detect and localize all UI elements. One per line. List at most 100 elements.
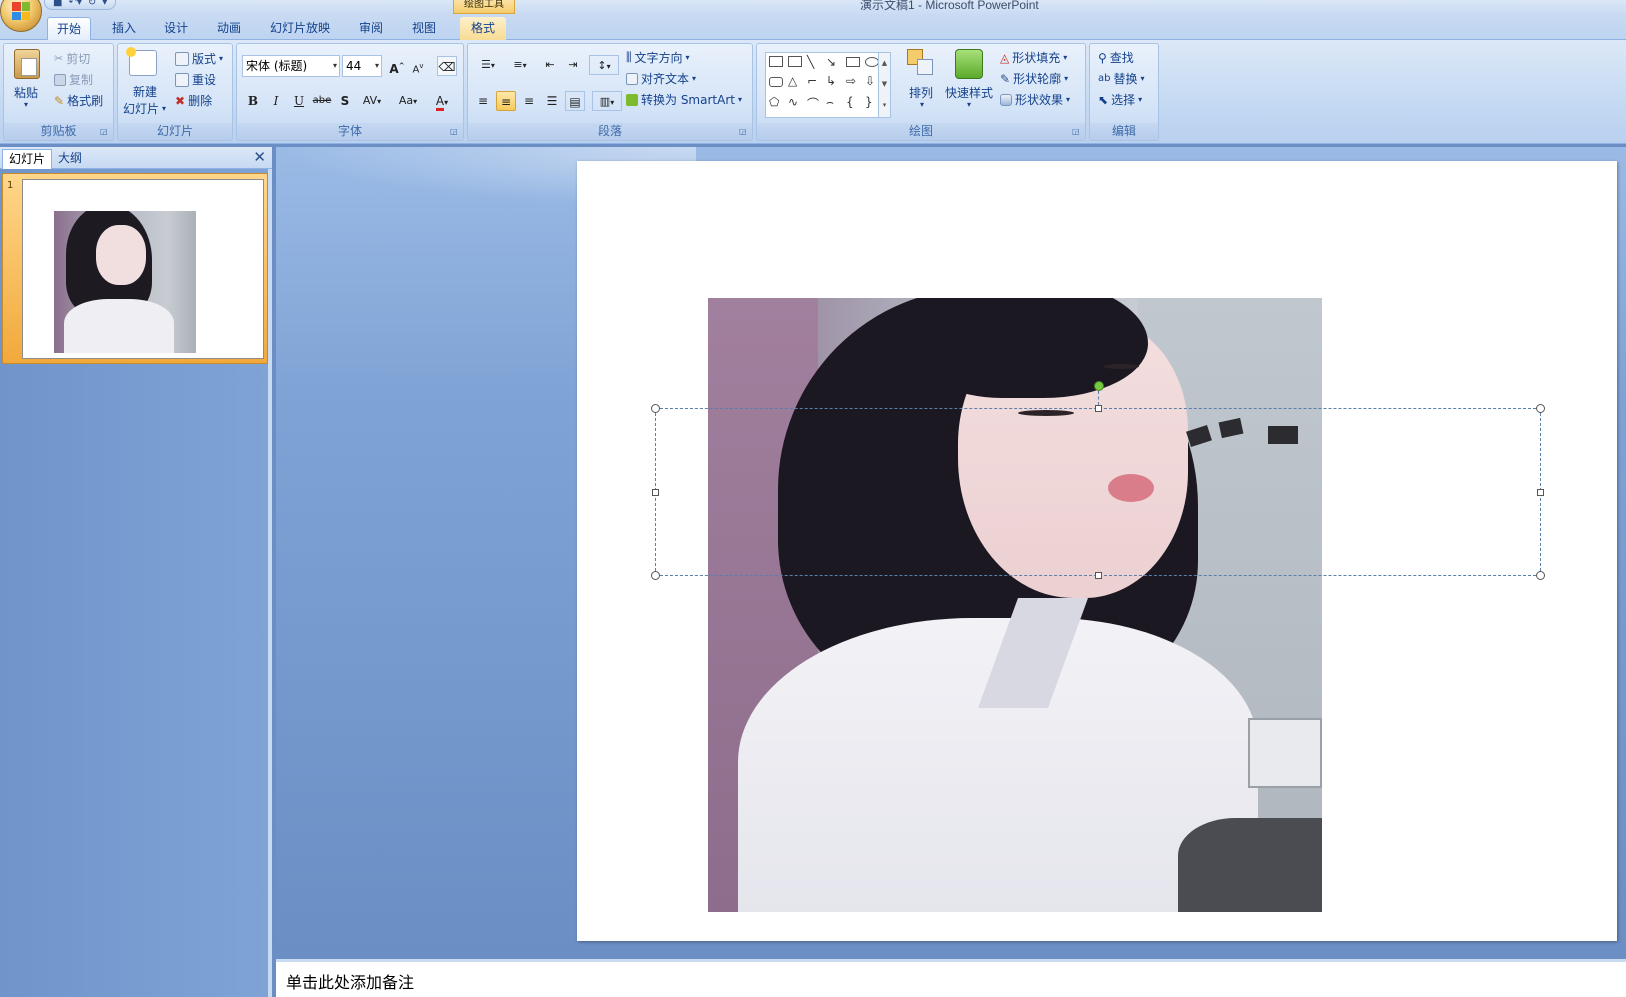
save-icon[interactable]: ■ — [53, 0, 62, 9]
rounded-rect-shape-icon[interactable] — [769, 77, 783, 87]
strikethrough-button[interactable]: abe — [312, 91, 332, 111]
close-icon[interactable]: ✕ — [253, 148, 266, 166]
slide-canvas[interactable] — [577, 161, 1617, 941]
tab-insert[interactable]: 插入 — [102, 17, 146, 40]
tab-slides[interactable]: 幻灯片 — [2, 149, 53, 169]
font-launcher-icon[interactable]: ◲ — [450, 127, 460, 137]
align-text-button[interactable]: 对齐文本 ▾ — [626, 70, 696, 87]
slide-thumbnail[interactable] — [22, 179, 264, 359]
increase-indent-icon[interactable]: ⇥ — [563, 55, 583, 75]
left-brace-shape-icon[interactable]: { — [846, 95, 862, 109]
numbering-button[interactable]: ≡▾ — [505, 55, 535, 75]
drawing-launcher-icon[interactable]: ◲ — [1072, 127, 1082, 137]
line-spacing-button[interactable]: ↕▾ — [589, 55, 619, 75]
shapes-gallery[interactable]: ╲ ↘ △ ⌐ ↳ ⇨ ⇩ ⬠ ∿ ⌒ ⌢ { } ▲ ▼ ▾ — [765, 52, 891, 118]
elbow-arrow-shape-icon[interactable]: ↳ — [826, 74, 842, 88]
clipboard-launcher-icon[interactable]: ◲ — [100, 127, 110, 137]
triangle-shape-icon[interactable]: △ — [788, 74, 804, 88]
cut-button[interactable]: ✂ 剪切 — [54, 50, 90, 67]
picture[interactable] — [708, 298, 1322, 912]
paste-button[interactable]: 粘贴 — [14, 84, 38, 101]
rectangle-shape-icon[interactable] — [846, 57, 860, 67]
align-right-icon[interactable]: ≡ — [519, 91, 539, 111]
shapes-scroll[interactable]: ▲ ▼ ▾ — [878, 53, 890, 117]
tab-animations[interactable]: 动画 — [207, 17, 251, 40]
rotation-handle[interactable] — [1094, 381, 1104, 391]
delete-slide-button[interactable]: ✖ 删除 — [175, 92, 212, 109]
decrease-indent-icon[interactable]: ⇤ — [540, 55, 560, 75]
elbow-connector-shape-icon[interactable]: ⌐ — [807, 74, 823, 88]
text-shadow-button[interactable]: S — [335, 91, 355, 111]
resize-handle-left[interactable] — [652, 489, 659, 496]
shape-outline-button[interactable]: ✎ 形状轮廓 ▾ — [1000, 70, 1068, 87]
justify-icon[interactable]: ☰ — [542, 91, 562, 111]
select-button[interactable]: ⬉ 选择 ▾ — [1098, 91, 1142, 108]
quick-styles-button[interactable]: 快速样式 — [945, 84, 993, 101]
arrow-line-shape-icon[interactable]: ↘ — [826, 55, 842, 69]
shape-fill-button[interactable]: ◬ 形状填充 ▾ — [1000, 49, 1067, 66]
distributed-icon[interactable]: ▤ — [565, 91, 585, 111]
slide-thumbnail-selected[interactable]: 1 — [2, 173, 268, 364]
arrange-button[interactable]: 排列 — [909, 84, 933, 101]
tab-slideshow[interactable]: 幻灯片放映 — [264, 17, 336, 40]
char-spacing-button[interactable]: AV▾ — [358, 91, 386, 111]
shape-effects-button[interactable]: 形状效果 ▾ — [1000, 91, 1070, 108]
bold-button[interactable]: B — [243, 91, 263, 111]
convert-smartart-button[interactable]: 转换为 SmartArt ▾ — [626, 91, 742, 108]
tab-review[interactable]: 审阅 — [349, 17, 393, 40]
bullets-button[interactable]: ☰▾ — [473, 55, 503, 75]
tab-view[interactable]: 视图 — [402, 17, 446, 40]
font-name-select[interactable]: 宋体 (标题) ▾ — [242, 55, 340, 77]
customize-qat-icon[interactable]: ▾ — [102, 0, 107, 9]
text-direction-button[interactable]: ⫼ 文字方向 ▾ — [626, 49, 690, 66]
right-arrow-shape-icon[interactable]: ⇨ — [846, 74, 862, 88]
arc-shape-icon[interactable]: ⌢ — [826, 95, 842, 109]
tab-format[interactable]: 格式 — [460, 17, 506, 40]
underline-button[interactable]: U — [289, 91, 309, 111]
resize-handle-bottom-left[interactable] — [651, 571, 660, 580]
grow-font-button[interactable]: A^ — [387, 56, 407, 76]
curve-shape-icon[interactable]: ⌒ — [807, 95, 823, 111]
paste-dropdown-icon[interactable]: ▾ — [24, 100, 28, 109]
tab-home[interactable]: 开始 — [47, 17, 91, 40]
format-painter-button[interactable]: ✎ 格式刷 — [54, 92, 103, 109]
tab-outline[interactable]: 大纲 — [52, 149, 88, 169]
resize-handle-bottom[interactable] — [1095, 572, 1102, 579]
redo-icon[interactable]: ↻ — [88, 0, 96, 9]
clear-format-icon[interactable]: ⌫ — [437, 56, 457, 76]
font-size-select[interactable]: 44 ▾ — [342, 55, 382, 77]
font-color-button[interactable]: A▾ — [428, 91, 456, 111]
freeform-shape-icon[interactable]: ⬠ — [769, 95, 785, 109]
change-case-button[interactable]: Aa▾ — [394, 91, 422, 111]
resize-handle-right[interactable] — [1537, 489, 1544, 496]
notes-placeholder[interactable]: 单击此处添加备注 — [286, 969, 414, 993]
columns-button[interactable]: ▥▾ — [592, 91, 622, 111]
title-placeholder-selected[interactable] — [651, 381, 1545, 580]
notes-pane[interactable]: 单击此处添加备注 — [276, 959, 1626, 997]
resize-handle-bottom-right[interactable] — [1536, 571, 1545, 580]
new-slide-button[interactable]: 新建 — [133, 83, 157, 100]
align-left-icon[interactable]: ≡ — [473, 91, 493, 111]
align-center-icon[interactable]: ≡ — [496, 91, 516, 111]
copy-button[interactable]: 复制 — [54, 71, 93, 88]
oval-shape-icon[interactable] — [865, 57, 879, 67]
resize-handle-top-left[interactable] — [651, 404, 660, 413]
undo-icon[interactable]: ↶▾ — [68, 0, 81, 9]
textbox-shape-icon[interactable] — [769, 56, 783, 67]
resize-handle-top[interactable] — [1095, 405, 1102, 412]
new-slide-dropdown[interactable]: 幻灯片 ▾ — [123, 100, 166, 117]
italic-button[interactable]: I — [266, 91, 286, 111]
chevron-down-icon[interactable]: ▾ — [920, 100, 924, 109]
line-shape-icon[interactable]: ╲ — [807, 55, 823, 69]
vertical-textbox-shape-icon[interactable] — [788, 56, 802, 67]
find-button[interactable]: ⚲ 查找 — [1098, 49, 1134, 66]
replace-button[interactable]: ab 替换 ▾ — [1098, 70, 1145, 87]
layout-button[interactable]: 版式 ▾ — [175, 50, 223, 67]
shrink-font-button[interactable]: Av — [408, 56, 428, 76]
tab-design[interactable]: 设计 — [154, 17, 198, 40]
paragraph-launcher-icon[interactable]: ◲ — [739, 127, 749, 137]
scribble-shape-icon[interactable]: ∿ — [788, 95, 804, 109]
resize-handle-top-right[interactable] — [1536, 404, 1545, 413]
reset-button[interactable]: 重设 — [175, 71, 216, 88]
chevron-down-icon[interactable]: ▾ — [967, 100, 971, 109]
